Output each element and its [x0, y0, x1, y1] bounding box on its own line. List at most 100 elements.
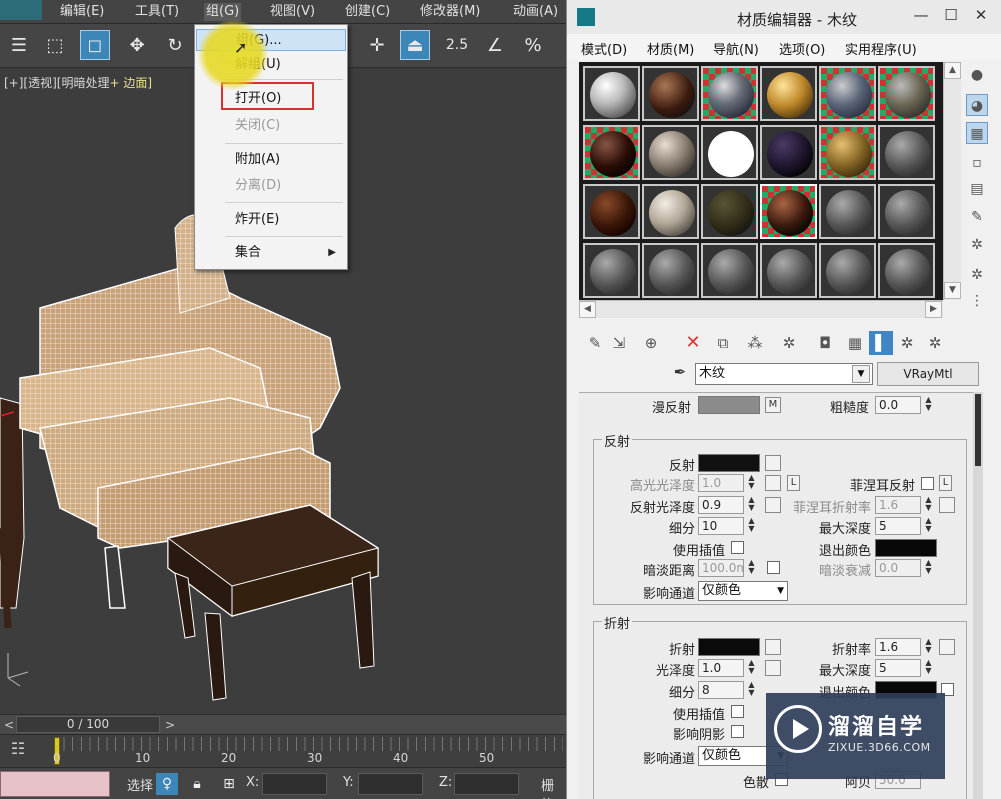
reflect-color-swatch[interactable]: [698, 454, 760, 472]
refr-subdivs-spinner-arrows[interactable]: ▲ ▼: [746, 681, 757, 699]
material-slot[interactable]: [583, 184, 640, 239]
refr-max-depth-spinner-arrows[interactable]: ▲ ▼: [923, 659, 934, 677]
scroll-right-icon[interactable]: ▶: [925, 301, 942, 318]
refl-max-depth-spinner[interactable]: 5: [875, 517, 921, 535]
refr-subdivs-spinner[interactable]: 8: [698, 681, 744, 699]
menu-modifiers[interactable]: 修改器(M): [418, 3, 482, 21]
refract-map-button[interactable]: [765, 639, 781, 655]
refl-affect-channels-select[interactable]: 仅颜色 ▼: [698, 581, 788, 601]
refl-gloss-map-button[interactable]: [765, 497, 781, 513]
params-scroll-thumb[interactable]: [975, 394, 981, 466]
material-slot[interactable]: [642, 66, 699, 121]
maximize-button[interactable]: ☐: [937, 4, 965, 26]
material-slot[interactable]: [878, 184, 935, 239]
menu-animation[interactable]: 动画(A): [511, 3, 560, 21]
refr-use-interp-checkbox[interactable]: [731, 705, 744, 718]
menu-views[interactable]: 视图(V): [268, 3, 317, 21]
refl-exit-color-swatch[interactable]: [875, 539, 937, 557]
refl-subdivs-spinner[interactable]: 10: [698, 517, 744, 535]
show-map-in-viewport-icon[interactable]: ▦: [843, 331, 867, 355]
me-menu-material[interactable]: 材质(M): [647, 39, 694, 58]
fresnel-ior-spinner[interactable]: 1.6: [875, 496, 921, 514]
background-checker-icon[interactable]: ▦: [966, 122, 988, 144]
hilight-gloss-spinner[interactable]: 1.0: [698, 474, 744, 492]
material-slot[interactable]: [760, 125, 817, 180]
absolute-mode-icon[interactable]: ⊞: [218, 773, 240, 795]
put-to-library-icon[interactable]: ✲: [777, 331, 801, 355]
menu-create[interactable]: 创建(C): [343, 3, 392, 21]
material-slot-selected[interactable]: [760, 184, 817, 239]
hilight-gloss-spinner-arrows[interactable]: ▲ ▼: [746, 474, 757, 492]
time-slider[interactable]: 0 / 100: [16, 716, 160, 733]
video-color-check-icon[interactable]: ▤: [966, 178, 988, 200]
material-slot[interactable]: [760, 243, 817, 298]
fresnel-ior-spinner-arrows[interactable]: ▲ ▼: [923, 496, 934, 514]
close-button[interactable]: ✕: [967, 4, 995, 26]
material-slot[interactable]: [701, 125, 758, 180]
roughness-spinner[interactable]: 0.0: [875, 396, 921, 414]
material-slot[interactable]: [642, 243, 699, 298]
refr-max-depth-spinner[interactable]: 5: [875, 659, 921, 677]
percent-snap-icon[interactable]: %: [518, 30, 548, 60]
menu-item-assembly[interactable]: 集合 ▶: [196, 242, 346, 264]
scroll-down-icon[interactable]: ▼: [944, 282, 961, 299]
make-preview-icon[interactable]: ✎: [966, 206, 988, 228]
align-icon[interactable]: ⏏: [400, 30, 430, 60]
app-logo[interactable]: [0, 0, 42, 20]
refract-color-swatch[interactable]: [698, 638, 760, 656]
pick-material-from-object-icon[interactable]: ✒: [670, 363, 690, 383]
ior-map-button[interactable]: [939, 639, 955, 655]
pivot-icon[interactable]: ✛: [362, 30, 392, 60]
dim-distance-spinner-arrows[interactable]: ▲ ▼: [746, 559, 757, 577]
fresnel-lock-button[interactable]: L: [939, 475, 952, 491]
chevron-down-icon[interactable]: ▼: [852, 365, 870, 383]
ior-spinner[interactable]: 1.6: [875, 638, 921, 656]
material-slot[interactable]: [701, 66, 758, 121]
material-slot[interactable]: [878, 125, 935, 180]
material-id-channel-icon[interactable]: ◘: [813, 331, 837, 355]
select-by-material-icon[interactable]: ✲: [966, 264, 988, 286]
refl-gloss-spinner-arrows[interactable]: ▲ ▼: [746, 496, 757, 514]
backlight-icon[interactable]: ◕: [966, 94, 988, 116]
reflect-map-button[interactable]: [765, 455, 781, 471]
material-slot[interactable]: [701, 184, 758, 239]
minimize-button[interactable]: —: [907, 4, 935, 26]
refl-subdivs-spinner-arrows[interactable]: ▲ ▼: [746, 517, 757, 535]
copy-material-icon[interactable]: ⧉: [711, 331, 735, 355]
slots-horizontal-scrollbar[interactable]: ◀ ▶: [579, 300, 943, 318]
refl-gloss-spinner[interactable]: 0.9: [698, 496, 744, 514]
material-name-field[interactable]: 木纹 ▼: [695, 363, 873, 385]
material-slot[interactable]: [583, 66, 640, 121]
me-menu-navigation[interactable]: 导航(N): [713, 39, 759, 58]
ior-spinner-arrows[interactable]: ▲ ▼: [923, 638, 934, 656]
menu-item-attach[interactable]: 附加(A): [196, 149, 346, 171]
refr-gloss-map-button[interactable]: [765, 660, 781, 676]
y-coord-field[interactable]: [358, 773, 423, 795]
move-icon[interactable]: ✥: [122, 30, 152, 60]
material-slot[interactable]: [878, 243, 935, 298]
go-forward-to-sibling-icon[interactable]: ✲: [923, 331, 947, 355]
slots-vertical-scrollbar[interactable]: ▲ ▼: [943, 62, 961, 300]
dim-distance-checkbox[interactable]: [767, 561, 780, 574]
options-icon[interactable]: ✲: [966, 234, 988, 256]
next-frame-button[interactable]: >: [163, 717, 177, 733]
prev-frame-button[interactable]: <: [2, 717, 16, 733]
maxscript-listener[interactable]: [0, 771, 110, 797]
menu-item-explode[interactable]: 炸开(E): [196, 209, 346, 231]
material-type-button[interactable]: VRayMtl: [877, 362, 979, 386]
diffuse-color-swatch[interactable]: [698, 396, 760, 414]
window-crossing-icon[interactable]: ◻: [80, 30, 110, 60]
curve-editor-icon[interactable]: ☷: [6, 739, 30, 761]
track-bar[interactable]: ☷ 0 10 20 30 40 50: [0, 734, 566, 767]
fresnel-ior-map-button[interactable]: [939, 497, 955, 513]
reset-map-icon[interactable]: ✕: [681, 331, 705, 355]
fresnel-reflections-checkbox[interactable]: [921, 477, 934, 490]
isolate-selection-icon[interactable]: ♀: [156, 773, 178, 795]
refr-gloss-spinner-arrows[interactable]: ▲ ▼: [746, 659, 757, 677]
scroll-up-icon[interactable]: ▲: [944, 62, 961, 79]
get-material-icon[interactable]: ✎: [583, 331, 607, 355]
menu-edit[interactable]: 编辑(E): [58, 3, 106, 21]
material-slot[interactable]: [760, 66, 817, 121]
dim-distance-spinner[interactable]: 100.0m: [698, 559, 744, 577]
refr-gloss-spinner[interactable]: 1.0: [698, 659, 744, 677]
